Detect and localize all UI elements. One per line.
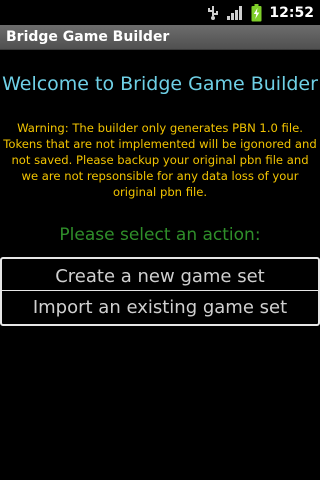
- usb-debug-icon: [208, 5, 219, 20]
- app-title: Bridge Game Builder: [6, 29, 170, 45]
- action-list: Create a new game set Import an existing…: [0, 257, 320, 326]
- status-bar: 12:52: [0, 0, 320, 25]
- signal-icon: [227, 5, 243, 20]
- status-clock: 12:52: [269, 4, 314, 21]
- import-game-set-button[interactable]: Import an existing game set: [2, 291, 318, 323]
- battery-charging-icon: [251, 3, 262, 21]
- action-prompt: Please select an action:: [59, 225, 261, 245]
- title-bar: Bridge Game Builder: [0, 25, 320, 50]
- warning-text: Warning: The builder only generates PBN …: [3, 121, 317, 199]
- create-game-set-button[interactable]: Create a new game set: [2, 259, 318, 291]
- status-icons: 12:52: [207, 0, 314, 25]
- welcome-heading: Welcome to Bridge Game Builder: [2, 73, 318, 95]
